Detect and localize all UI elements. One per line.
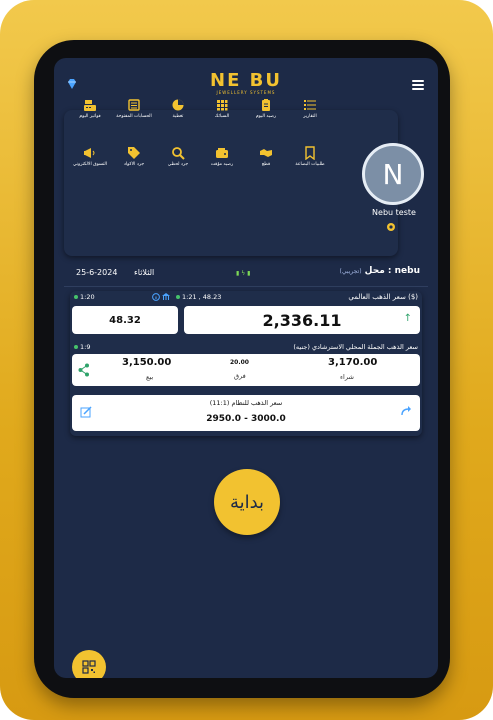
- settings-dot-icon[interactable]: [386, 222, 396, 232]
- qr-scan-button[interactable]: [72, 650, 106, 678]
- world-updated: 1:21 , 48.23: [176, 293, 221, 301]
- search-icon: [172, 147, 185, 160]
- world-price-box[interactable]: 2,336.11 ↑: [184, 306, 420, 334]
- tile-reports[interactable]: التقارير: [288, 98, 332, 119]
- tile-label: رصيد اليوم: [255, 114, 277, 119]
- tags-icon: [128, 147, 140, 159]
- local-price-box[interactable]: 3,150.00 بيع 20.00 فرق 3,170.00 شراء: [72, 354, 420, 386]
- tile-label: السبائك: [214, 114, 230, 119]
- sell-label: بيع: [146, 373, 154, 381]
- tile-bullion[interactable]: السبائك: [200, 98, 244, 119]
- sell-price: 3,150.00: [122, 357, 172, 368]
- tile-coverage[interactable]: تغطية: [156, 98, 200, 119]
- status-icons: ▮ ϟ ▮: [236, 270, 251, 277]
- action-tiles: فواتير اليوم الحسابات المفتوحة تغطية الس…: [68, 98, 332, 238]
- local-gold-title: سعر الذهب الجملة المحلي الاسترشادي (جنيه…: [293, 343, 418, 351]
- demo-badge: (تجريبي): [339, 268, 362, 275]
- tile-label: التسوق الالكتروني: [73, 162, 107, 167]
- left-value-box[interactable]: 48.32: [72, 306, 178, 334]
- diff-value: 20.00: [230, 359, 249, 366]
- left-value: 48.32: [109, 315, 141, 326]
- app-screen: NE BU JEWELLERY SYSTEMS فواتير اليوم الح…: [54, 58, 438, 678]
- left-time: 1:20: [74, 293, 95, 301]
- buy-price: 3,170.00: [328, 357, 378, 368]
- system-price-box[interactable]: (11:1) سعر الذهب للنظام 2950.0 - 3000.0: [72, 395, 420, 431]
- info-icon[interactable]: [152, 293, 160, 301]
- bookmark-icon: [305, 146, 315, 160]
- tile-daily-invoices[interactable]: فواتير اليوم: [68, 98, 112, 119]
- tile-label: الحسابات المفتوحة: [116, 114, 152, 119]
- tile-instant-inventory[interactable]: جرد لحظي: [156, 146, 200, 167]
- redo-arrow-icon[interactable]: [400, 405, 412, 417]
- date-row: 25-6-2024 الثلاثاء ▮ ϟ ▮ (تجريبي) محل : …: [54, 262, 438, 286]
- system-range: 2950.0 - 3000.0: [206, 414, 286, 424]
- tile-label: قطع: [261, 162, 271, 167]
- store-label: (تجريبي) محل : nebu: [339, 266, 421, 276]
- system-gold-title: (11:1) سعر الذهب للنظام: [209, 399, 283, 407]
- buy-label: شراء: [340, 373, 354, 381]
- tile-goods-orders[interactable]: طلبيات البضاعة: [288, 146, 332, 167]
- tile-label: جرد لحظي: [167, 162, 189, 167]
- arrow-up-icon: ↑: [403, 313, 412, 324]
- tile-online-shopping[interactable]: التسوق الالكتروني: [68, 146, 112, 167]
- qr-code-icon: [82, 660, 96, 674]
- handshake-icon: [260, 149, 272, 157]
- avatar[interactable]: N: [362, 143, 424, 205]
- divider: [64, 286, 428, 287]
- avatar-initial: N: [382, 157, 404, 191]
- date-text: 25-6-2024: [76, 268, 118, 277]
- clipboard-icon: [262, 99, 270, 111]
- pie-chart-icon: [172, 99, 184, 111]
- app-logo: NE BU JEWELLERY SYSTEMS: [54, 70, 438, 95]
- tile-open-accounts[interactable]: الحسابات المفتوحة: [112, 98, 156, 119]
- gold-bars-icon: [217, 100, 228, 111]
- tile-label: جرد الاكواد: [123, 162, 145, 167]
- logo-subtitle: JEWELLERY SYSTEMS: [216, 90, 276, 95]
- diff-label: فرق: [234, 372, 246, 380]
- megaphone-icon: [84, 148, 95, 158]
- local-time: 1:9: [74, 343, 90, 351]
- world-gold-title: سعر الذهب العالمي ($): [348, 293, 418, 301]
- start-button[interactable]: بداية: [214, 469, 280, 535]
- ledger-icon: [128, 99, 140, 111]
- tile-label: طلبيات البضاعة: [295, 162, 325, 167]
- tile-label: التقارير: [303, 114, 317, 119]
- tile-temp-balance[interactable]: رصيد مؤقت: [200, 146, 244, 167]
- profile-name: Nebu teste: [372, 208, 416, 217]
- wallet-icon: [216, 148, 228, 158]
- tile-label: تغطية: [172, 114, 184, 119]
- world-price: 2,336.11: [262, 311, 342, 330]
- logo-text: NE BU: [210, 70, 282, 91]
- tile-label: رصيد مؤقت: [210, 162, 234, 167]
- hamburger-menu-icon[interactable]: [412, 80, 424, 92]
- bank-icon[interactable]: [162, 293, 170, 301]
- cash-register-icon: [84, 100, 96, 111]
- list-icon: [304, 100, 316, 110]
- tile-daily-balance[interactable]: رصيد اليوم: [244, 98, 288, 119]
- price-card: 1:20 1:21 , 48.23 سعر الذهب العالمي ($) …: [70, 291, 422, 436]
- tile-pieces[interactable]: قطع: [244, 146, 288, 167]
- tile-code-inventory[interactable]: جرد الاكواد: [112, 146, 156, 167]
- tile-label: فواتير اليوم: [79, 114, 101, 119]
- share-icon[interactable]: [78, 363, 90, 377]
- day-text: الثلاثاء: [134, 268, 155, 277]
